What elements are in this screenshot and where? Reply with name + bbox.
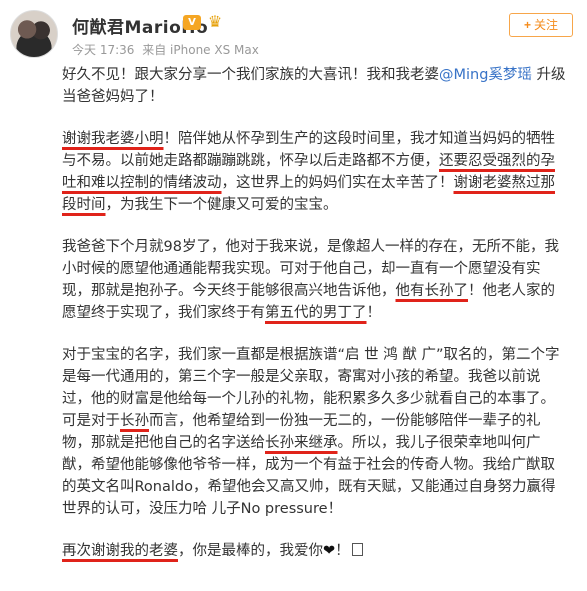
paragraph-thanks: 谢谢我老婆小明！陪伴她从怀孕到生产的这段时间里，我才知道当妈妈的牺牲与不易。以前… bbox=[62, 128, 568, 216]
heart-icon: ❤ bbox=[323, 543, 336, 559]
underlined-text: 长孙来继承 bbox=[265, 435, 338, 451]
underlined-text: 第五代的男丁了 bbox=[265, 305, 367, 321]
post-source: 来自 iPhone XS Max bbox=[142, 43, 259, 57]
post-header: 何猷君MarioHo V ♛ 今天 17:36 来自 iPhone XS Max… bbox=[0, 0, 587, 62]
paragraph-father: 我爸爸下个月就98岁了，他对于我来说，是像超人一样的存在，无所不能，我小时候的愿… bbox=[62, 236, 568, 324]
paragraph-name: 对于宝宝的名字，我们家一直都是根据族谱“启 世 鸿 猷 广”取名的，第二个字是每… bbox=[62, 344, 568, 520]
missing-glyph-icon bbox=[351, 543, 363, 556]
text: ！ bbox=[366, 305, 382, 321]
crown-icon[interactable]: ♛ bbox=[205, 13, 225, 31]
post-body: 好久不见！跟大家分享一个我们家族的大喜讯！我和我老婆@Ming奚梦瑶 升级当爸爸… bbox=[62, 64, 580, 582]
plus-icon: + bbox=[523, 18, 531, 32]
text: ，这世界上的妈妈们实在太辛苦了！ bbox=[221, 175, 454, 191]
paragraph-announcement: 好久不见！跟大家分享一个我们家族的大喜讯！我和我老婆@Ming奚梦瑶 升级当爸爸… bbox=[62, 64, 568, 108]
mention-link[interactable]: @Ming奚梦瑶 bbox=[439, 67, 532, 83]
text: ！ bbox=[335, 543, 350, 559]
paragraph-closing: 再次谢谢我的老婆，你是最棒的，我爱你❤！ bbox=[62, 540, 568, 562]
verified-icon[interactable]: V bbox=[183, 15, 201, 30]
underlined-text: 他有长孙了 bbox=[395, 283, 469, 299]
post-time[interactable]: 今天 17:36 bbox=[72, 43, 134, 57]
underlined-text: 长孙 bbox=[120, 413, 149, 429]
follow-button[interactable]: + 关注 bbox=[509, 13, 573, 37]
text: ，为我生下一个健康又可爱的宝宝。 bbox=[105, 197, 338, 213]
text: ，你是最棒的，我爱你 bbox=[178, 543, 323, 559]
avatar[interactable] bbox=[10, 10, 58, 58]
follow-label: 关注 bbox=[534, 18, 559, 32]
post-meta: 今天 17:36 来自 iPhone XS Max bbox=[72, 41, 263, 58]
underlined-text: 再次谢谢我的老婆 bbox=[62, 543, 178, 559]
underlined-text: 谢谢我老婆小明 bbox=[62, 131, 164, 147]
text: 好久不见！跟大家分享一个我们家族的大喜讯！我和我老婆 bbox=[62, 67, 439, 83]
